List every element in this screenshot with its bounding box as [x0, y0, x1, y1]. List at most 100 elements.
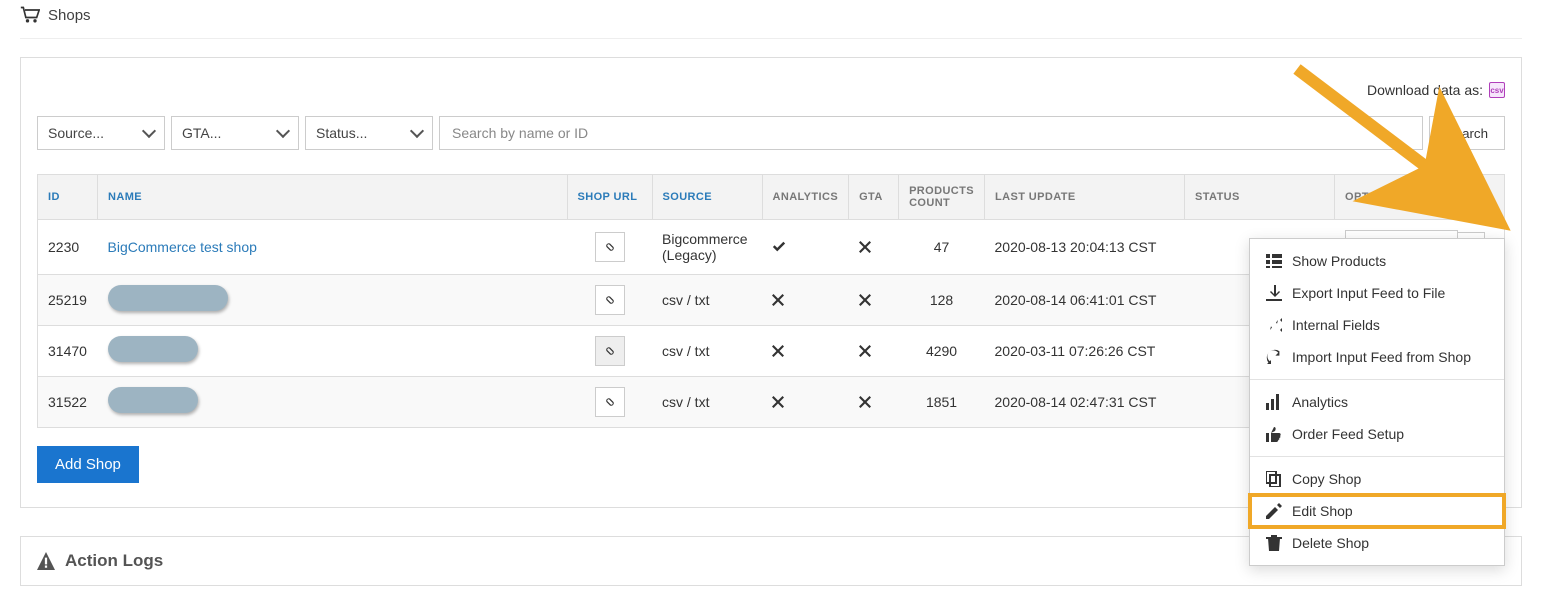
list-icon: [1266, 253, 1282, 269]
shop-url-button[interactable]: [595, 285, 625, 315]
redacted-name: [108, 387, 198, 413]
cell-name: [98, 274, 568, 325]
menu-edit-shop[interactable]: Edit Shop: [1250, 495, 1504, 527]
cell-url: [567, 220, 652, 275]
download-row: Download data as: csv: [37, 82, 1505, 98]
source-select[interactable]: Source...: [37, 116, 165, 150]
cell-source: csv / txt: [652, 325, 762, 376]
thumbs-up-icon: [1266, 426, 1282, 442]
col-status: STATUS: [1185, 175, 1335, 220]
x-icon: [859, 241, 889, 253]
col-id[interactable]: ID: [38, 175, 98, 220]
redacted-name: [108, 285, 228, 311]
col-source[interactable]: SOURCE: [652, 175, 762, 220]
shop-name-link[interactable]: BigCommerce test shop: [108, 239, 257, 255]
menu-show-products-label: Show Products: [1292, 253, 1386, 269]
cell-id: 25219: [38, 274, 98, 325]
page-header: Shops: [20, 0, 1522, 39]
trash-icon: [1266, 535, 1282, 551]
cell-last-update: 2020-03-11 07:26:26 CST: [985, 325, 1185, 376]
download-icon: [1266, 285, 1282, 301]
cell-source: Bigcommerce (Legacy): [652, 220, 762, 275]
col-name[interactable]: NAME: [98, 175, 568, 220]
download-label: Download data as:: [1367, 82, 1483, 98]
col-last-update: LAST UPDATE: [985, 175, 1185, 220]
page-title: Shops: [48, 7, 91, 24]
cell-url: [567, 274, 652, 325]
menu-divider: [1250, 456, 1504, 457]
cell-analytics: [762, 376, 849, 427]
cell-gta: [849, 220, 899, 275]
shop-url-button[interactable]: [595, 336, 625, 366]
search-button[interactable]: Search: [1429, 116, 1505, 150]
menu-export-feed-label: Export Input Feed to File: [1292, 285, 1445, 301]
x-icon: [772, 345, 839, 357]
menu-delete-shop[interactable]: Delete Shop: [1250, 527, 1504, 559]
menu-delete-shop-label: Delete Shop: [1292, 535, 1369, 551]
x-icon: [772, 396, 839, 408]
menu-internal-fields-label: Internal Fields: [1292, 317, 1380, 333]
x-icon: [859, 294, 889, 306]
shop-url-button[interactable]: [595, 232, 625, 262]
action-logs-title: Action Logs: [65, 551, 163, 571]
cell-name: BigCommerce test shop: [98, 220, 568, 275]
main-panel: Download data as: csv Source... GTA... S…: [20, 57, 1522, 508]
check-icon: [772, 240, 839, 254]
cell-analytics: [762, 220, 849, 275]
source-select-label: Source...: [48, 125, 104, 141]
add-shop-button[interactable]: Add Shop: [37, 446, 139, 483]
cell-name: [98, 325, 568, 376]
menu-copy-shop-label: Copy Shop: [1292, 471, 1361, 487]
redacted-name: [108, 336, 198, 362]
search-input[interactable]: [439, 116, 1423, 150]
col-products: PRODUCTS COUNT: [899, 175, 985, 220]
shop-url-button[interactable]: [595, 387, 625, 417]
col-options: OPTIONS: [1335, 175, 1505, 220]
menu-analytics-label: Analytics: [1292, 394, 1348, 410]
cell-last-update: 2020-08-13 20:04:13 CST: [985, 220, 1185, 275]
shuffle-icon: [1266, 317, 1282, 333]
options-dropdown: Show Products Export Input Feed to File …: [1249, 238, 1505, 566]
status-select[interactable]: Status...: [305, 116, 433, 150]
filter-bar: Source... GTA... Status... Search: [37, 116, 1505, 150]
status-select-label: Status...: [316, 125, 367, 141]
x-icon: [859, 396, 889, 408]
menu-analytics[interactable]: Analytics: [1250, 386, 1504, 418]
menu-import-feed-label: Import Input Feed from Shop: [1292, 349, 1471, 365]
cell-id: 2230: [38, 220, 98, 275]
cell-url: [567, 376, 652, 427]
col-shop-url[interactable]: SHOP URL: [567, 175, 652, 220]
cell-gta: [849, 274, 899, 325]
cell-products: 4290: [899, 325, 985, 376]
cell-last-update: 2020-08-14 06:41:01 CST: [985, 274, 1185, 325]
menu-import-feed[interactable]: Import Input Feed from Shop: [1250, 341, 1504, 373]
copy-icon: [1266, 471, 1282, 487]
menu-copy-shop[interactable]: Copy Shop: [1250, 463, 1504, 495]
x-icon: [772, 294, 839, 306]
refresh-icon: [1266, 349, 1282, 365]
col-analytics: ANALYTICS: [762, 175, 849, 220]
csv-icon[interactable]: csv: [1489, 82, 1505, 98]
menu-export-feed[interactable]: Export Input Feed to File: [1250, 277, 1504, 309]
edit-icon: [1266, 503, 1282, 519]
cell-gta: [849, 325, 899, 376]
x-icon: [859, 345, 889, 357]
cell-products: 128: [899, 274, 985, 325]
warning-icon: [37, 552, 55, 570]
menu-show-products[interactable]: Show Products: [1250, 245, 1504, 277]
gta-select-label: GTA...: [182, 125, 221, 141]
menu-divider: [1250, 379, 1504, 380]
cell-products: 1851: [899, 376, 985, 427]
cell-name: [98, 376, 568, 427]
cell-analytics: [762, 325, 849, 376]
menu-internal-fields[interactable]: Internal Fields: [1250, 309, 1504, 341]
cell-source: csv / txt: [652, 376, 762, 427]
menu-order-feed-label: Order Feed Setup: [1292, 426, 1404, 442]
bars-icon: [1266, 394, 1282, 410]
cell-analytics: [762, 274, 849, 325]
cell-last-update: 2020-08-14 02:47:31 CST: [985, 376, 1185, 427]
menu-edit-shop-label: Edit Shop: [1292, 503, 1353, 519]
cell-gta: [849, 376, 899, 427]
gta-select[interactable]: GTA...: [171, 116, 299, 150]
menu-order-feed[interactable]: Order Feed Setup: [1250, 418, 1504, 450]
